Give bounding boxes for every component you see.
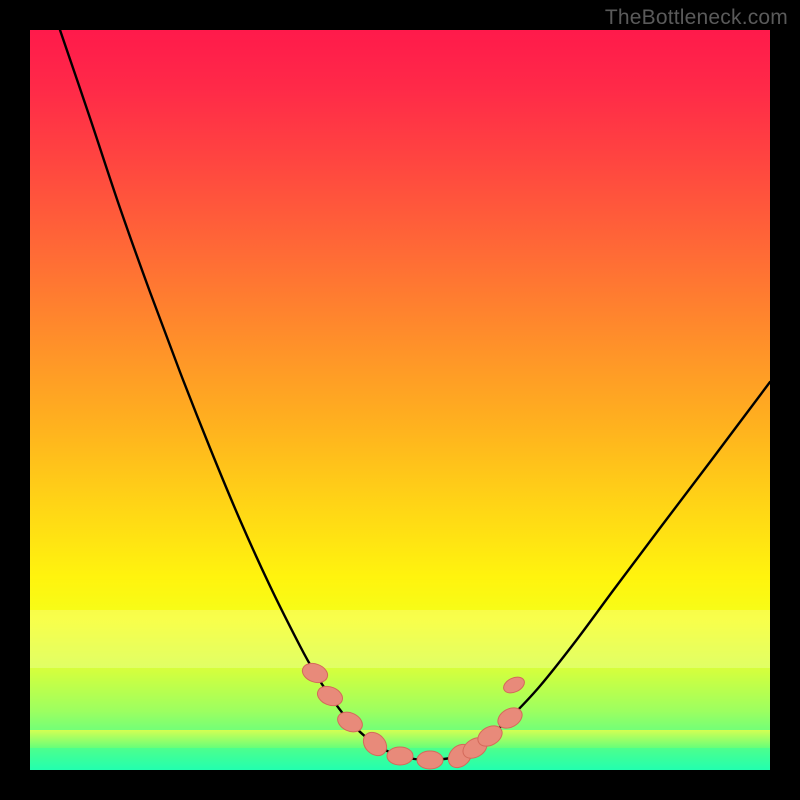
curve-marker [315,683,346,709]
curve-marker [501,674,527,696]
plot-area [30,30,770,770]
green-band-upper [30,730,770,748]
chart-frame: TheBottleneck.com [0,0,800,800]
green-band-lower [30,748,770,770]
curve-marker [494,704,526,733]
pale-yellow-band [30,610,770,668]
watermark-text: TheBottleneck.com [605,6,788,30]
